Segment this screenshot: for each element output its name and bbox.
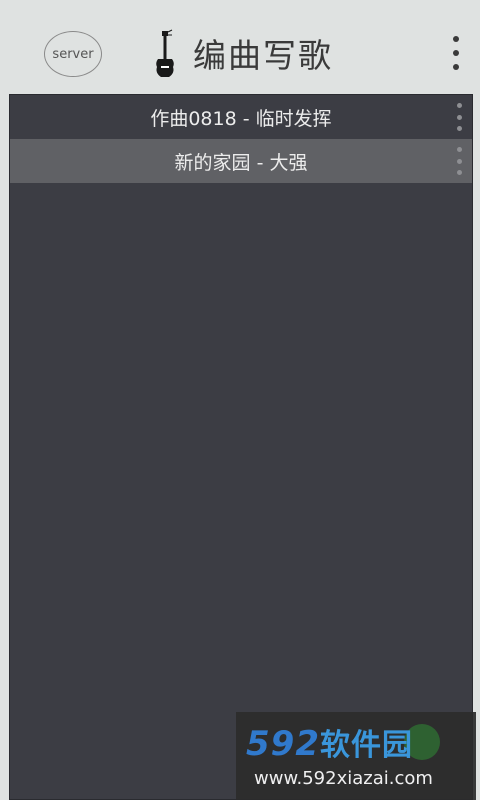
song-title: 新的家园 - 大强 <box>174 151 308 174</box>
more-vertical-icon-dot <box>456 170 462 175</box>
more-vertical-icon <box>456 103 462 108</box>
more-vertical-icon-dot <box>453 64 459 70</box>
song-item-menu-button[interactable] <box>454 103 464 131</box>
app-title: 编曲写歌 <box>193 36 333 75</box>
watermark-url: www.592xiazai.com <box>254 768 433 789</box>
song-list: 作曲0818 - 临时发挥 新的家园 - 大强 <box>9 94 473 800</box>
watermark: 592软件园 www.592xiazai.com <box>236 712 476 800</box>
server-button[interactable]: server <box>44 31 102 77</box>
song-list-item[interactable]: 新的家园 - 大强 <box>10 139 472 183</box>
app-header: server 编曲写歌 <box>0 0 480 92</box>
song-item-menu-button[interactable] <box>454 147 464 175</box>
overflow-menu-button[interactable] <box>446 36 466 70</box>
watermark-brand-number: 592 <box>246 724 320 764</box>
more-vertical-icon-dot <box>456 126 462 131</box>
watermark-brand-text: 软件园 <box>319 728 413 763</box>
more-vertical-icon <box>456 147 462 152</box>
more-vertical-icon-dot <box>456 158 462 164</box>
song-title: 作曲0818 - 临时发挥 <box>150 107 332 130</box>
more-vertical-icon-dot <box>453 50 459 56</box>
more-vertical-icon-dot <box>456 114 462 120</box>
watermark-brand: 592软件园 <box>246 720 413 764</box>
more-vertical-icon <box>453 36 459 42</box>
song-list-item[interactable]: 作曲0818 - 临时发挥 <box>10 95 472 139</box>
guitar-icon <box>156 29 174 77</box>
